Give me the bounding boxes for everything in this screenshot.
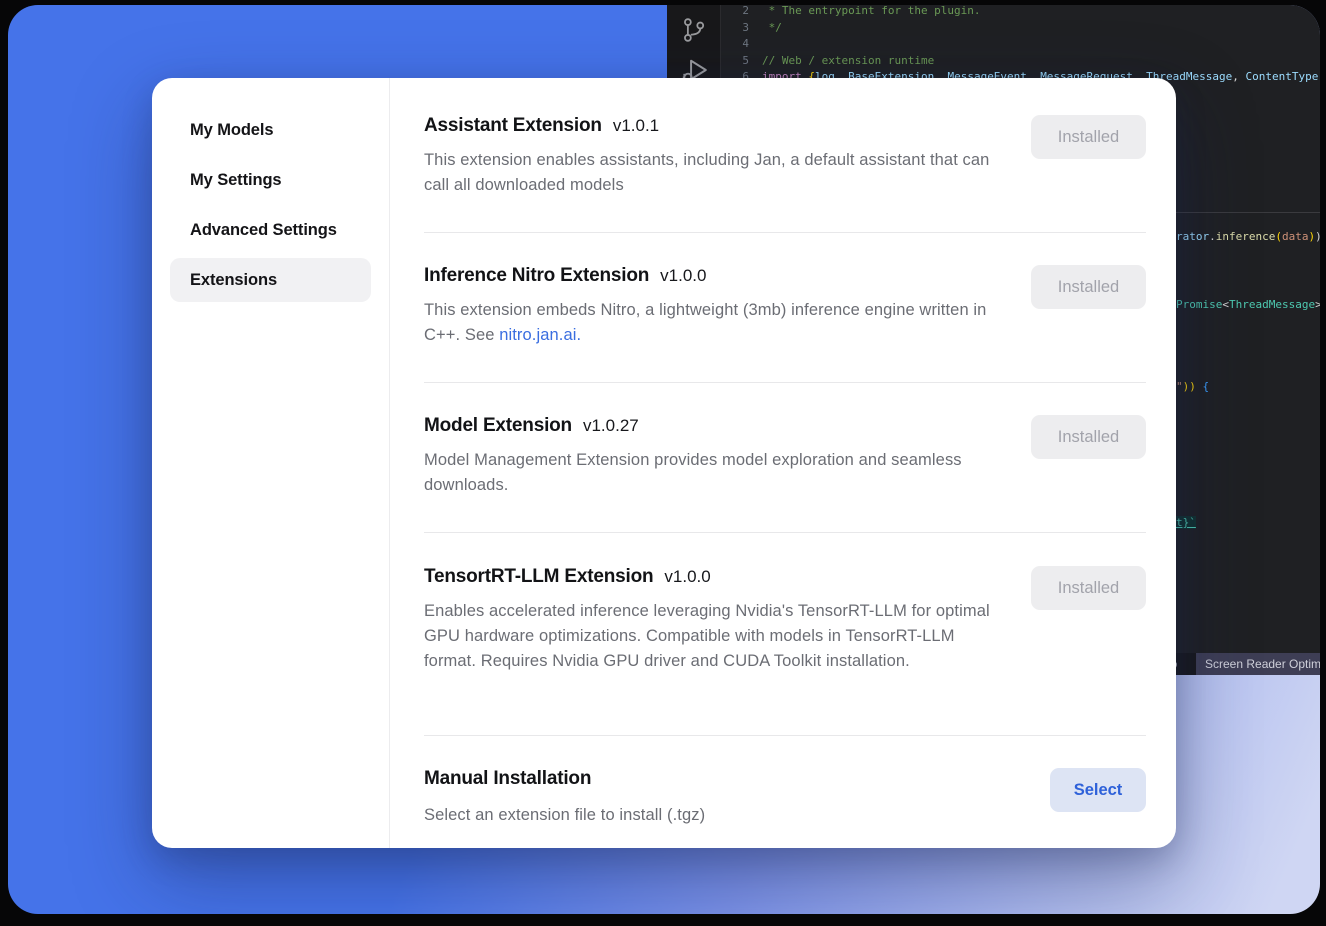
screen-reader-status[interactable]: Screen Reader Optimized [1196, 653, 1320, 675]
installed-button[interactable]: Installed [1031, 415, 1146, 459]
select-button[interactable]: Select [1050, 768, 1146, 812]
extension-row-assistant: Assistant Extension v1.0.1 This extensio… [424, 115, 1146, 198]
extension-description: Model Management Extension provides mode… [424, 448, 1004, 498]
code-lines: 2 * The entrypoint for the plugin.3 */45… [721, 5, 1320, 86]
code-fragment: rator.inference(data)); [1176, 229, 1320, 245]
installed-button[interactable]: Installed [1031, 265, 1146, 309]
extension-description: Enables accelerated inference leveraging… [424, 599, 1004, 674]
nitro-jan-ai-link[interactable]: nitro.jan.ai. [499, 326, 581, 344]
installed-button[interactable]: Installed [1031, 115, 1146, 159]
extension-row-model: Model Extension v1.0.27 Model Management… [424, 415, 1146, 498]
code-line: 2 * The entrypoint for the plugin. [721, 5, 1320, 20]
sidebar-item-extensions[interactable]: Extensions [170, 258, 371, 302]
code-fragment: ")) { [1176, 379, 1209, 395]
extension-version: v1.0.27 [583, 416, 639, 436]
manual-installation-description: Select an extension file to install (.tg… [424, 803, 1124, 828]
extension-version: v1.0.0 [660, 266, 706, 286]
code-line: 4 [721, 36, 1320, 53]
extension-row-tensorrt-llm: TensortRT-LLM Extension v1.0.0 Enables a… [424, 566, 1146, 674]
sidebar-item-advanced-settings[interactable]: Advanced Settings [170, 208, 371, 252]
extension-name: Model Extension [424, 415, 572, 437]
settings-sidebar: My Models My Settings Advanced Settings … [152, 78, 390, 848]
manual-installation-title: Manual Installation [424, 768, 591, 790]
row-divider [424, 232, 1146, 233]
extension-name: Inference Nitro Extension [424, 265, 649, 287]
row-divider [424, 735, 1146, 736]
extension-name: Assistant Extension [424, 115, 602, 137]
sidebar-item-my-settings[interactable]: My Settings [170, 158, 371, 202]
installed-button[interactable]: Installed [1031, 566, 1146, 610]
sidebar-item-my-models[interactable]: My Models [170, 108, 371, 152]
extension-row-inference-nitro: Inference Nitro Extension v1.0.0 This ex… [424, 265, 1146, 348]
code-fragment: Promise<ThreadMessage> [1176, 297, 1320, 313]
editor-divider-line [1176, 212, 1320, 213]
extensions-panel: Assistant Extension v1.0.1 This extensio… [390, 78, 1176, 848]
code-line: 3 */ [721, 20, 1320, 37]
row-divider [424, 532, 1146, 533]
app-window: 2 * The entrypoint for the plugin.3 */45… [8, 5, 1320, 914]
extension-description: This extension embeds Nitro, a lightweig… [424, 298, 1004, 348]
settings-modal: My Models My Settings Advanced Settings … [152, 78, 1176, 848]
extension-version: v1.0.1 [613, 116, 659, 136]
extension-name: TensortRT-LLM Extension [424, 566, 653, 588]
code-fragment: t}` [1176, 515, 1196, 531]
code-line: 5// Web / extension runtime [721, 53, 1320, 70]
extension-version: v1.0.0 [664, 567, 710, 587]
manual-installation-row: Manual Installation Select an extension … [424, 768, 1146, 828]
row-divider [424, 382, 1146, 383]
extension-description: This extension enables assistants, inclu… [424, 148, 1004, 198]
source-control-icon[interactable] [680, 15, 707, 45]
